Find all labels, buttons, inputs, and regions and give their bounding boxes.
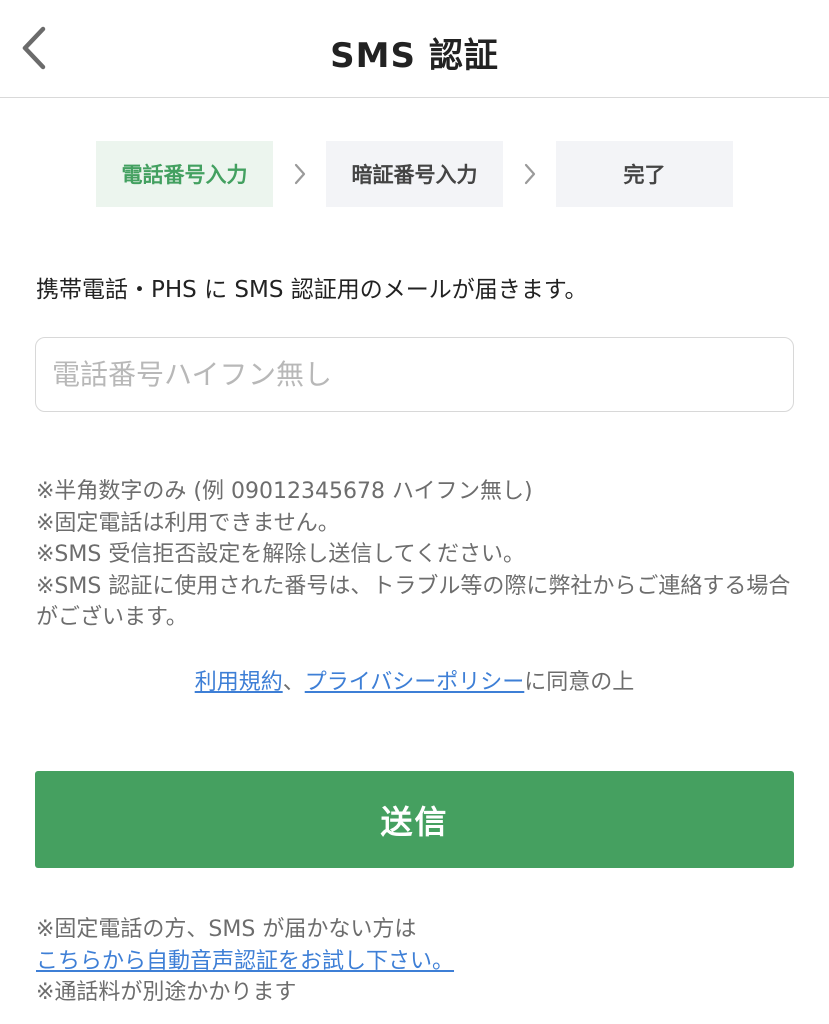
notes: ※半角数字のみ (例 09012345678 ハイフン無し) ※固定電話は利用で…	[36, 476, 806, 634]
step-chevron-icon	[273, 141, 326, 207]
phone-number-input[interactable]	[35, 337, 794, 412]
footer-line: ※固定電話の方、SMS が届かない方は	[36, 917, 417, 942]
footer-notes: ※固定電話の方、SMS が届かない方は こちらから自動音声認証をお試し下さい。 …	[36, 914, 806, 1009]
privacy-policy-link[interactable]: プライバシーポリシー	[305, 670, 525, 695]
submit-button[interactable]: 送信	[35, 771, 794, 868]
note-item: ※SMS 認証に使用された番号は、トラブル等の際に弊社からご連絡する場合がござい…	[36, 573, 791, 631]
app-header: SMS 認証	[0, 0, 829, 98]
note-item: ※半角数字のみ (例 09012345678 ハイフン無し)	[36, 479, 533, 504]
page-title: SMS 認証	[330, 36, 499, 76]
footer-line: ※通話料が別途かかります	[36, 980, 297, 1005]
agreement-suffix: に同意の上	[524, 670, 635, 695]
terms-link[interactable]: 利用規約	[195, 670, 283, 695]
note-item: ※固定電話は利用できません。	[36, 510, 340, 536]
step-chevron-icon	[503, 141, 556, 207]
step-pin-input: 暗証番号入力	[326, 141, 503, 207]
step-phone-input: 電話番号入力	[96, 141, 273, 207]
note-item: ※SMS 受信拒否設定を解除し送信してください。	[36, 542, 526, 567]
agreement-text: 利用規約、プライバシーポリシーに同意の上	[0, 664, 829, 696]
agreement-separator: 、	[282, 670, 305, 695]
step-complete: 完了	[556, 141, 733, 207]
step-indicator: 電話番号入力 暗証番号入力 完了	[96, 141, 733, 207]
intro-text: 携帯電話・PHS に SMS 認証用のメールが届きます。	[36, 277, 588, 303]
voice-auth-link[interactable]: こちらから自動音声認証をお試し下さい。	[36, 949, 454, 974]
